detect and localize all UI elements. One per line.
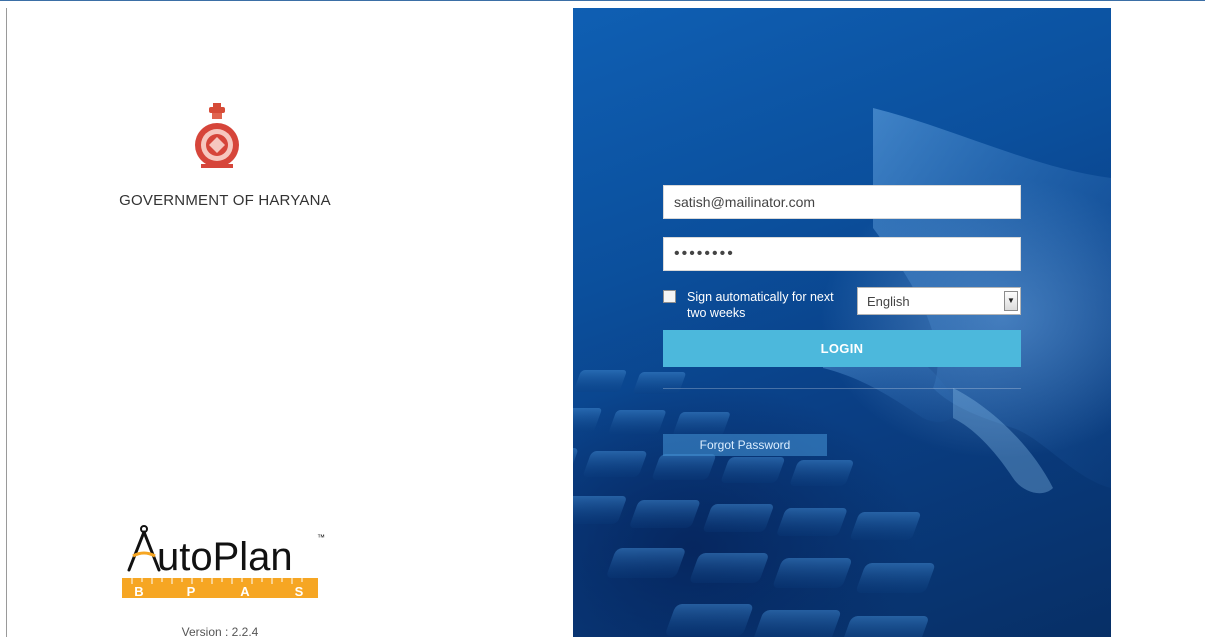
logo-letter-s: S [295, 584, 304, 599]
language-select[interactable]: English ▼ [857, 287, 1021, 315]
forgot-password-link[interactable]: Forgot Password [663, 434, 827, 456]
logo-letter-b: B [134, 584, 143, 599]
logo-letter-a: A [240, 584, 250, 599]
form-divider [663, 388, 1021, 389]
chevron-down-icon[interactable]: ▼ [1004, 291, 1018, 311]
login-hero-panel: Sign automatically for next two weeks En… [573, 8, 1111, 637]
language-selected-value: English [867, 294, 910, 309]
window-left-border [6, 8, 7, 637]
remember-checkbox[interactable] [663, 290, 676, 303]
remember-label: Sign automatically for next two weeks [687, 290, 834, 320]
login-button[interactable]: LOGIN [663, 330, 1021, 367]
autoplan-logo: utoPlan ™ B P A S [122, 525, 325, 599]
state-emblem-icon [195, 103, 239, 168]
window-top-border [0, 0, 1205, 1]
email-input[interactable] [663, 185, 1021, 219]
remember-me[interactable]: Sign automatically for next two weeks [663, 289, 843, 325]
government-title: GOVERNMENT OF HARYANA [119, 192, 331, 209]
logo-wordmark: utoPlan [157, 535, 293, 579]
logo-letter-p: P [187, 584, 196, 599]
password-input[interactable] [663, 237, 1021, 271]
logo-trademark: ™ [317, 533, 325, 542]
